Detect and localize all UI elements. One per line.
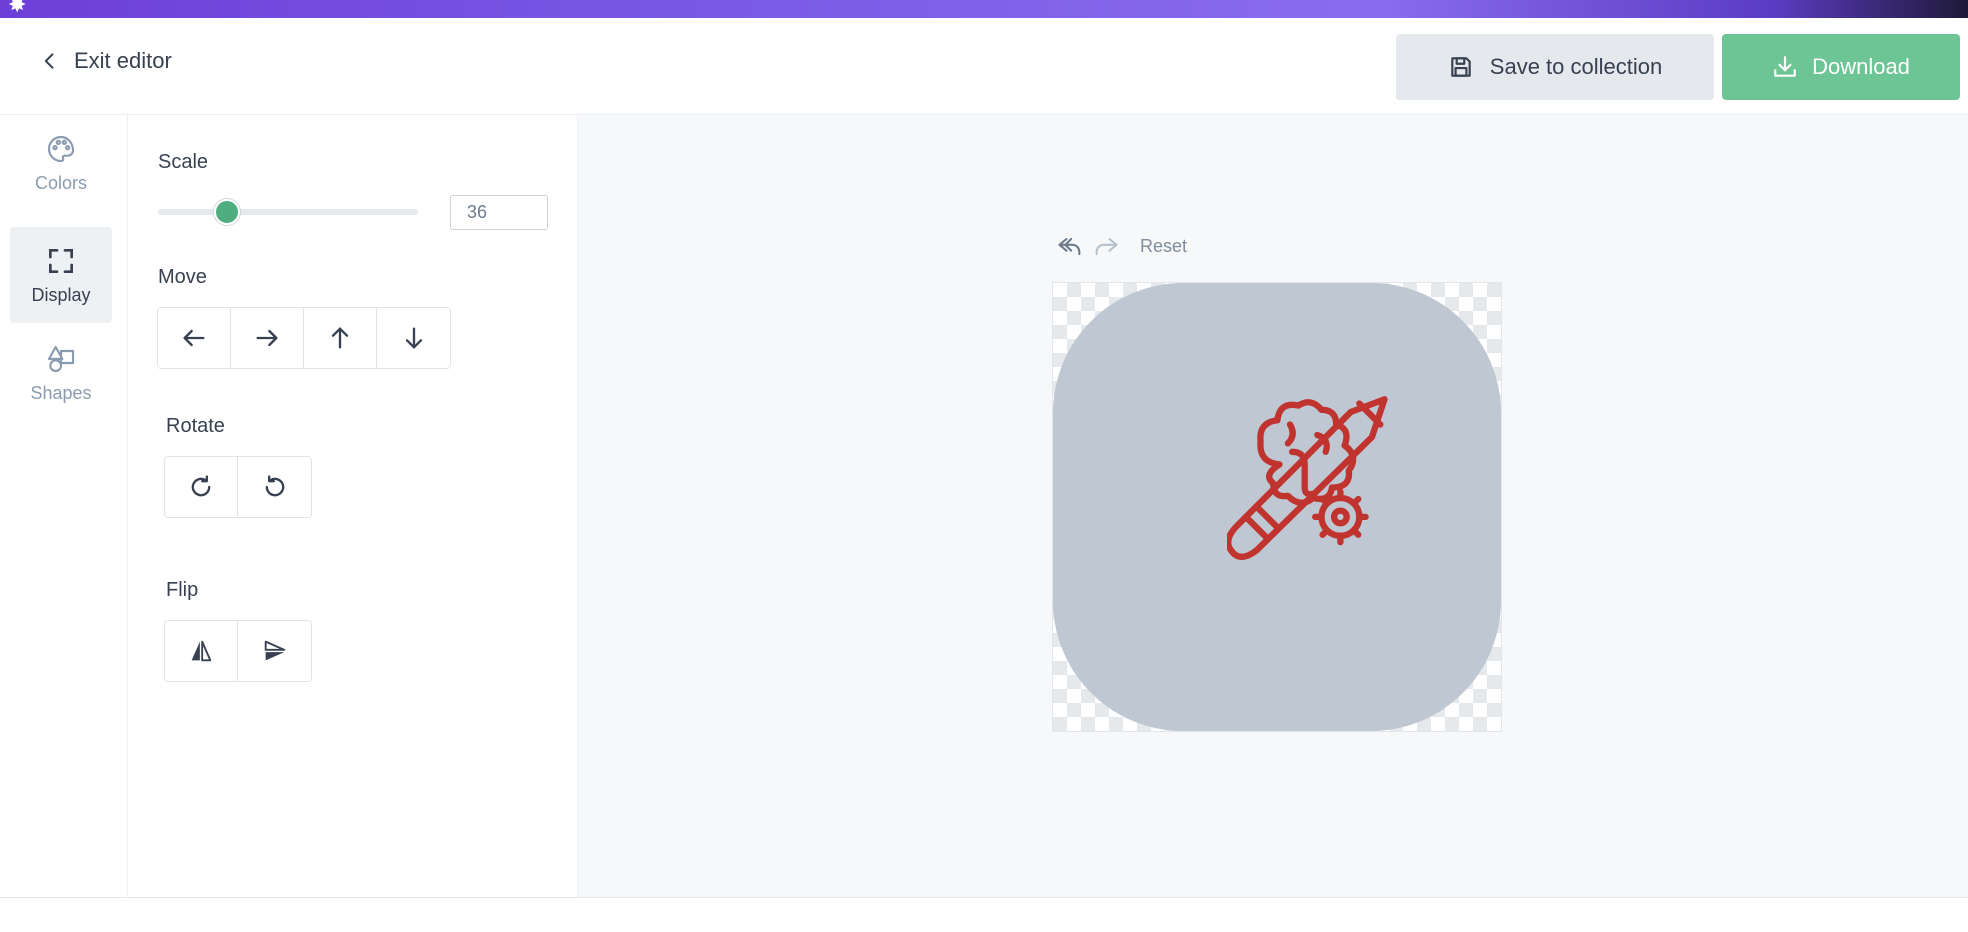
sidebar-item-display[interactable]: Display <box>10 227 112 323</box>
shapes-icon <box>47 345 75 372</box>
rotate-clockwise-button[interactable] <box>165 457 238 517</box>
move-left-button[interactable] <box>158 308 231 368</box>
save-to-collection-button[interactable]: Save to collection <box>1396 34 1714 100</box>
fullscreen-frame-icon <box>49 248 73 273</box>
rotate-clockwise-icon <box>191 475 211 497</box>
chevron-left-icon <box>44 53 54 69</box>
arrow-down-icon <box>405 327 422 349</box>
rotate-counterclockwise-button[interactable] <box>238 457 311 517</box>
save-to-collection-label: Save to collection <box>1489 54 1663 79</box>
undo-icon[interactable] <box>1056 232 1084 260</box>
palette-icon <box>47 135 75 162</box>
download-label: Download <box>1812 54 1910 79</box>
arrow-right-icon <box>256 329 278 347</box>
download-icon <box>1774 56 1796 77</box>
rotate-label: Rotate <box>166 415 225 437</box>
scale-label: Scale <box>158 151 209 173</box>
sidebar-item-shapes-label: Shapes <box>30 382 92 403</box>
move-button-group <box>157 307 451 369</box>
transparent-canvas <box>1052 282 1502 732</box>
flip-horizontal-icon <box>191 640 212 662</box>
flip-label: Flip <box>166 579 199 601</box>
flip-button-group <box>164 620 312 682</box>
bottom-bar <box>0 897 1968 932</box>
sidebar-item-colors-label: Colors <box>34 172 87 193</box>
brain-pencil-gear-icon <box>1227 396 1388 560</box>
move-down-button[interactable] <box>377 308 450 368</box>
exit-editor-link[interactable]: Exit editor <box>40 48 172 74</box>
move-right-button[interactable] <box>231 308 304 368</box>
flip-vertical-button[interactable] <box>238 621 311 681</box>
sparkle-icon: ✸ <box>8 0 27 17</box>
rotate-counterclockwise-icon <box>265 475 284 497</box>
arrow-up-icon <box>331 327 349 349</box>
sidebar-item-colors[interactable]: Colors <box>10 115 112 211</box>
flip-horizontal-button[interactable] <box>165 621 238 681</box>
floppy-disk-icon <box>1451 57 1471 77</box>
scale-value-input[interactable] <box>450 195 548 230</box>
sidebar-item-shapes[interactable]: Shapes <box>10 325 112 421</box>
download-button[interactable]: Download <box>1722 34 1960 100</box>
scale-slider-track[interactable] <box>158 209 418 215</box>
redo-icon[interactable] <box>1092 232 1120 260</box>
display-settings-panel: Scale Move Rotate Flip <box>128 115 578 897</box>
rotate-button-group <box>164 456 312 518</box>
move-up-button[interactable] <box>304 308 377 368</box>
flip-vertical-icon <box>264 640 285 661</box>
top-banner: ✸ <box>0 0 1968 18</box>
exit-editor-label: Exit editor <box>74 48 172 73</box>
arrow-left-icon <box>183 329 205 347</box>
sidebar-item-display-label: Display <box>31 284 91 305</box>
reset-button[interactable]: Reset <box>1140 236 1187 257</box>
editor-header: Exit editor Save to collection Download <box>0 18 1968 115</box>
editor-side-nav: Colors Display Shapes <box>0 115 128 897</box>
history-controls: Reset <box>1056 232 1187 260</box>
scale-slider-thumb[interactable] <box>214 199 240 225</box>
move-label: Move <box>158 266 207 288</box>
